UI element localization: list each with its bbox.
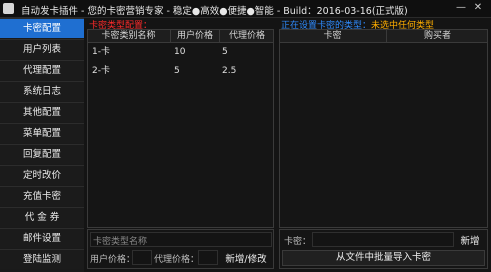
table-row[interactable]: 2-卡 5 2.5 (88, 64, 273, 78)
sidebar-item-voucher[interactable]: 代 金 券 (0, 207, 84, 227)
column-header-card[interactable]: 卡密 (280, 30, 385, 42)
column-header-user-price[interactable]: 用户价格 (170, 30, 219, 42)
sidebar-item-mail-settings[interactable]: 邮件设置 (0, 228, 84, 248)
window-title: 自动发卡插件 - 您的卡密营销专家 - 稳定●高效●便捷●智能 - Build：… (21, 6, 408, 17)
cell-user-price: 10 (174, 47, 186, 57)
cell-agent-price: 2.5 (222, 66, 237, 76)
agent-price-input[interactable] (198, 250, 218, 265)
sidebar-item-system-log[interactable]: 系统日志 (0, 81, 84, 101)
cell-user-price: 5 (174, 66, 180, 76)
user-price-input[interactable] (132, 250, 152, 265)
card-type-table-header: 卡密类别名称 用户价格 代理价格 (88, 30, 273, 43)
card-type-table[interactable]: 卡密类别名称 用户价格 代理价格 1-卡 10 5 2-卡 5 2.5 (87, 29, 274, 228)
sidebar-item-other-config[interactable]: 其他配置 (0, 102, 84, 122)
table-row[interactable]: 1-卡 10 5 (88, 45, 273, 59)
import-cards-button[interactable]: 从文件中批量导入卡密 (282, 250, 485, 266)
sidebar-item-recharge-card[interactable]: 充值卡密 (0, 186, 84, 206)
card-table[interactable]: 卡密 购买者 (279, 29, 488, 228)
agent-price-label: 代理价格： (154, 255, 200, 265)
app-logo-icon (3, 3, 14, 14)
cell-type-name: 2-卡 (92, 66, 110, 76)
title-bar: 自动发卡插件 - 您的卡密营销专家 - 稳定●高效●便捷●智能 - Build：… (0, 0, 491, 18)
sidebar-item-timed-price[interactable]: 定时改价 (0, 165, 84, 185)
card-table-header: 卡密 购买者 (280, 30, 487, 43)
card-input[interactable] (312, 232, 454, 247)
card-type-form: 卡密类型名称 用户价格： 代理价格： 新增/修改 (87, 229, 274, 269)
user-price-label: 用户价格： (90, 255, 136, 265)
sidebar-item-login-monitor[interactable]: 登陆监测 (0, 249, 84, 269)
sidebar-item-user-list[interactable]: 用户列表 (0, 39, 84, 59)
type-name-input[interactable]: 卡密类型名称 (90, 232, 272, 247)
column-header-buyer[interactable]: 购买者 (386, 30, 488, 42)
type-name-placeholder: 卡密类型名称 (93, 237, 148, 247)
card-form: 卡密： 新增 从文件中批量导入卡密 (279, 229, 488, 269)
sidebar-item-agent-config[interactable]: 代理配置 (0, 60, 84, 80)
cell-type-name: 1-卡 (92, 47, 110, 57)
close-button[interactable]: ✕ (472, 2, 484, 14)
column-header-agent-price[interactable]: 代理价格 (219, 30, 274, 42)
add-edit-type-button[interactable]: 新增/修改 (221, 251, 271, 265)
cell-agent-price: 5 (222, 47, 228, 57)
card-label: 卡密： (284, 237, 312, 247)
column-header-type-name[interactable]: 卡密类别名称 (88, 30, 169, 42)
sidebar-item-card-config[interactable]: 卡密配置 (0, 18, 84, 38)
sidebar: 卡密配置 用户列表 代理配置 系统日志 其他配置 菜单配置 回复配置 定时改价 … (0, 18, 84, 272)
sidebar-item-reply-config[interactable]: 回复配置 (0, 144, 84, 164)
add-card-button[interactable]: 新增 (456, 233, 484, 247)
sidebar-item-menu-config[interactable]: 菜单配置 (0, 123, 84, 143)
minimize-button[interactable]: — (455, 2, 467, 14)
